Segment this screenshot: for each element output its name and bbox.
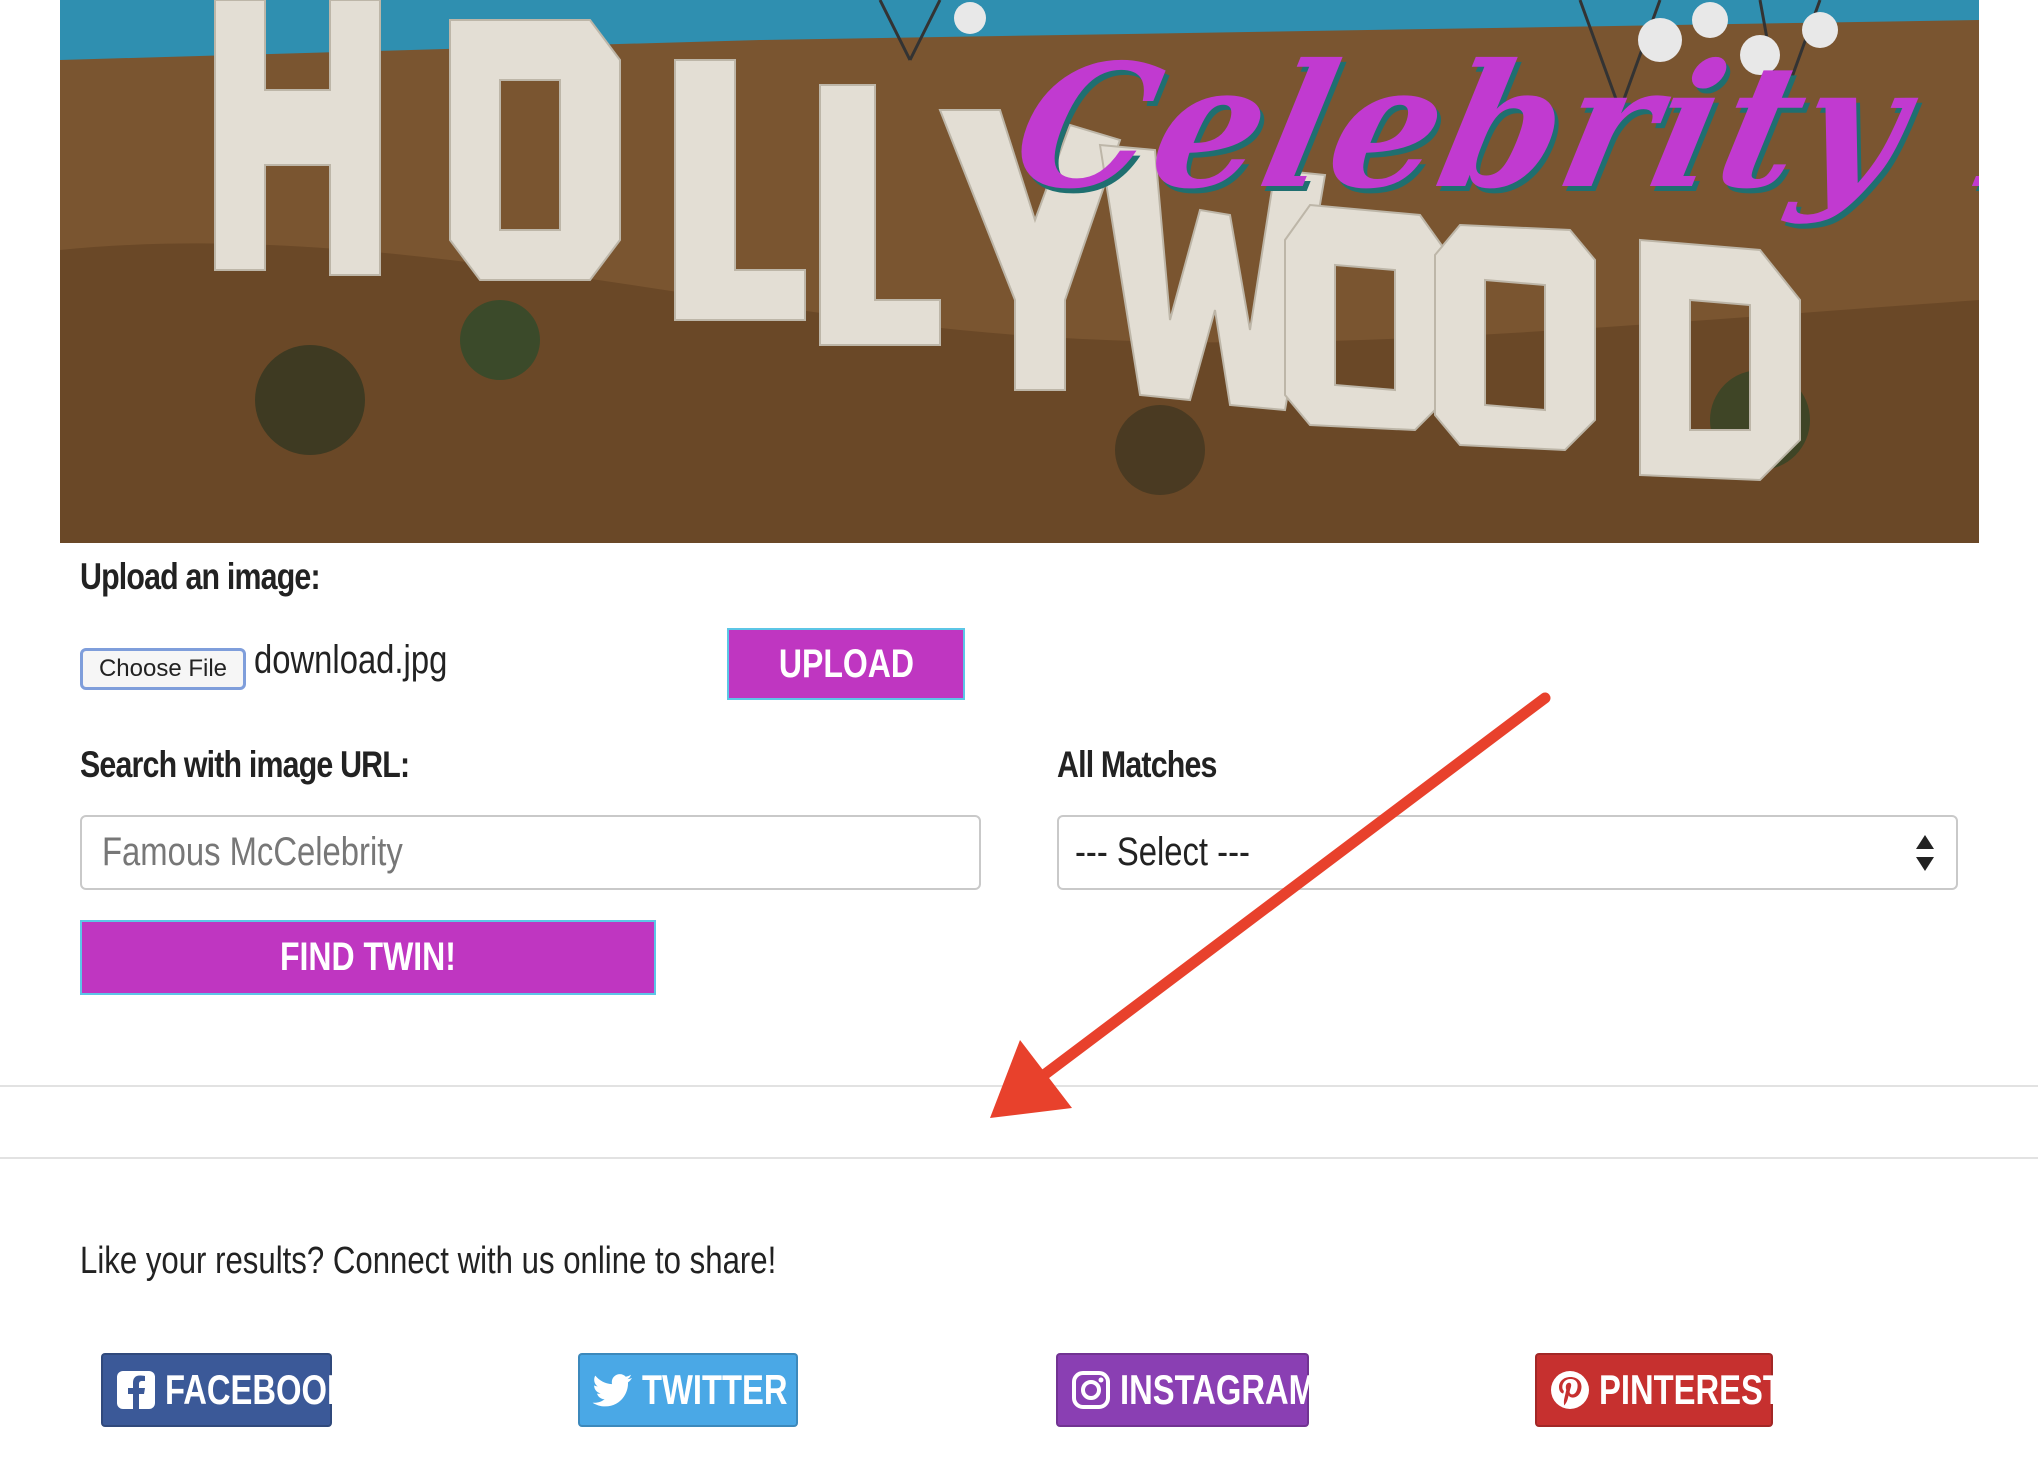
upload-button[interactable]: UPLOAD bbox=[727, 628, 965, 700]
pinterest-label: PINTEREST bbox=[1599, 1366, 1783, 1413]
selected-file-name: download.jpg bbox=[254, 638, 448, 682]
instagram-button[interactable]: INSTAGRAM bbox=[1056, 1353, 1316, 1427]
upload-button-label: UPLOAD bbox=[778, 641, 914, 686]
hero-banner: Celebrity Twin! bbox=[60, 0, 1979, 543]
select-arrows-icon bbox=[1916, 835, 1934, 871]
twitter-label: TWITTER bbox=[642, 1366, 788, 1413]
matches-select[interactable]: --- Select --- bbox=[1057, 815, 1958, 890]
choose-file-label: Choose File bbox=[98, 655, 228, 682]
twitter-button[interactable]: TWITTER bbox=[578, 1353, 798, 1427]
pinterest-icon bbox=[1551, 1371, 1589, 1409]
pinterest-button[interactable]: PINTEREST bbox=[1535, 1353, 1783, 1427]
image-url-placeholder: Famous McCelebrity bbox=[102, 830, 403, 874]
instagram-icon bbox=[1072, 1371, 1110, 1409]
facebook-label: FACEBOOK bbox=[165, 1366, 351, 1413]
matches-select-value: --- Select --- bbox=[1075, 830, 1250, 874]
instagram-label: INSTAGRAM bbox=[1120, 1366, 1316, 1413]
choose-file-button[interactable]: Choose File bbox=[80, 648, 246, 690]
facebook-icon bbox=[117, 1371, 155, 1409]
hero-title: Celebrity Twin! bbox=[998, 27, 1979, 227]
search-url-label: Search with image URL: bbox=[80, 744, 410, 785]
all-matches-label: All Matches bbox=[1057, 744, 1217, 785]
find-twin-button[interactable]: FIND TWIN! bbox=[80, 920, 656, 995]
share-prompt: Like your results? Connect with us onlin… bbox=[80, 1240, 777, 1282]
find-twin-button-label: FIND TWIN! bbox=[280, 935, 456, 979]
results-divider-bottom bbox=[0, 1157, 2038, 1159]
twitter-icon bbox=[592, 1374, 632, 1407]
image-url-input[interactable]: Famous McCelebrity bbox=[80, 815, 981, 890]
upload-label: Upload an image: bbox=[80, 556, 321, 597]
facebook-button[interactable]: FACEBOOK bbox=[101, 1353, 351, 1427]
results-divider-top bbox=[0, 1085, 2038, 1087]
